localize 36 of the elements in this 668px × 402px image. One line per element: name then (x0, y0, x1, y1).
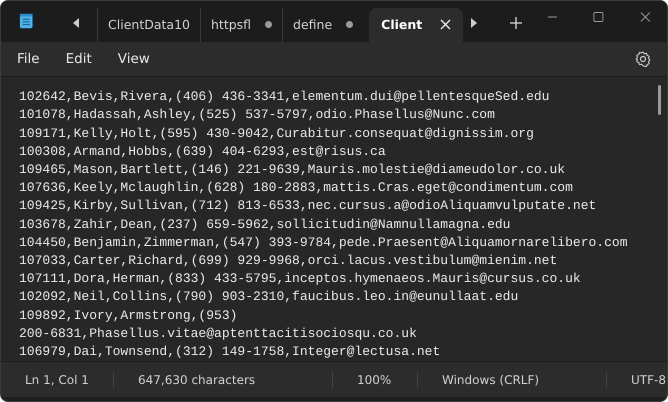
text-line: 107636,Keely,Mclaughlin,(628) 180-2883,mattis.Cras.eget@condimentum.com (19, 179, 573, 198)
maximize-icon[interactable] (593, 11, 604, 23)
menu-item[interactable]: Edit (66, 50, 92, 67)
status-item: Windows (CRLF) (417, 372, 606, 388)
text-line: 107033,Carter,Richard,(699) 929-9968,orci.lacus.vestibulum@mienim.net (19, 252, 558, 270)
text-line: 107111,Dora,Herman,(833) 433-5795,inceptos.hymenaeos.Mauris@cursus.co.uk (19, 270, 581, 288)
scrollbar-thumb[interactable] (658, 85, 661, 116)
text-line: 200-6831,Phasellus.vitae@aptenttacitisociosqu.co.uk (19, 324, 417, 343)
triangle-left-icon (72, 18, 80, 28)
text-line: 106979,Dai,Townsend,(312) 149-1758,Integer@lectusa.net (19, 343, 440, 362)
text-line: 100308,Armand,Hobbs,(639) 404-6293,est@risus.ca (19, 142, 386, 161)
close-icon[interactable] (640, 11, 651, 23)
status-item: 100% (332, 372, 417, 388)
plus-icon (510, 16, 522, 29)
text-line: 109171,Kelly,Holt,(595) 430-9042,Curabitur.consequat@dignissim.org (19, 124, 534, 143)
text-line: 109892,Ivory,Armstrong,(953) (19, 306, 238, 325)
tab-label: define (293, 17, 332, 32)
tab-label: ClientData10 (108, 17, 190, 32)
notepad-icon (19, 12, 34, 30)
status-item: 647,630 characters (113, 372, 332, 388)
settings-icon[interactable] (635, 50, 651, 67)
triangle-right-icon (470, 18, 478, 28)
status-item: Ln 1, Col 1 (24, 372, 90, 388)
status-item: UTF-8 (606, 372, 667, 388)
tab-label: httpsfl (211, 17, 252, 32)
text-line: 101078,Hadassah,Ashley,(525) 537-5797,odio.Phasellus@Nunc.com (19, 106, 495, 124)
text-line: 102642,Bevis,Rivera,(406) 436-3341,elementum.dui@pellentesqueSed.edu (19, 88, 550, 106)
tab[interactable]: Client (369, 8, 464, 42)
menu-item[interactable]: View (118, 50, 150, 67)
menu-item[interactable]: File (17, 50, 40, 67)
text-line: 104450,Benjamin,Zimmerman,(547) 393-9784,pede.Praesent@Aliquamornarelibero.com (19, 234, 628, 252)
tab-label: Client (381, 17, 422, 32)
text-line: 109425,Kirby,Sullivan,(712) 813-6533,nec.cursus.a@odioAliquamvulputate.net (19, 197, 596, 216)
text-line: 109465,Mason,Bartlett,(146) 221-9639,Mauris.molestie@diameudolor.co.uk (19, 161, 566, 180)
text-line: 103678,Zahir,Dean,(237) 659-5962,sollicitudin@Namnullamagna.edu (19, 216, 510, 234)
text-line: 102092,Neil,Collins,(790) 903-2310,faucibus.leo.in@eunullaat.edu (19, 288, 518, 306)
